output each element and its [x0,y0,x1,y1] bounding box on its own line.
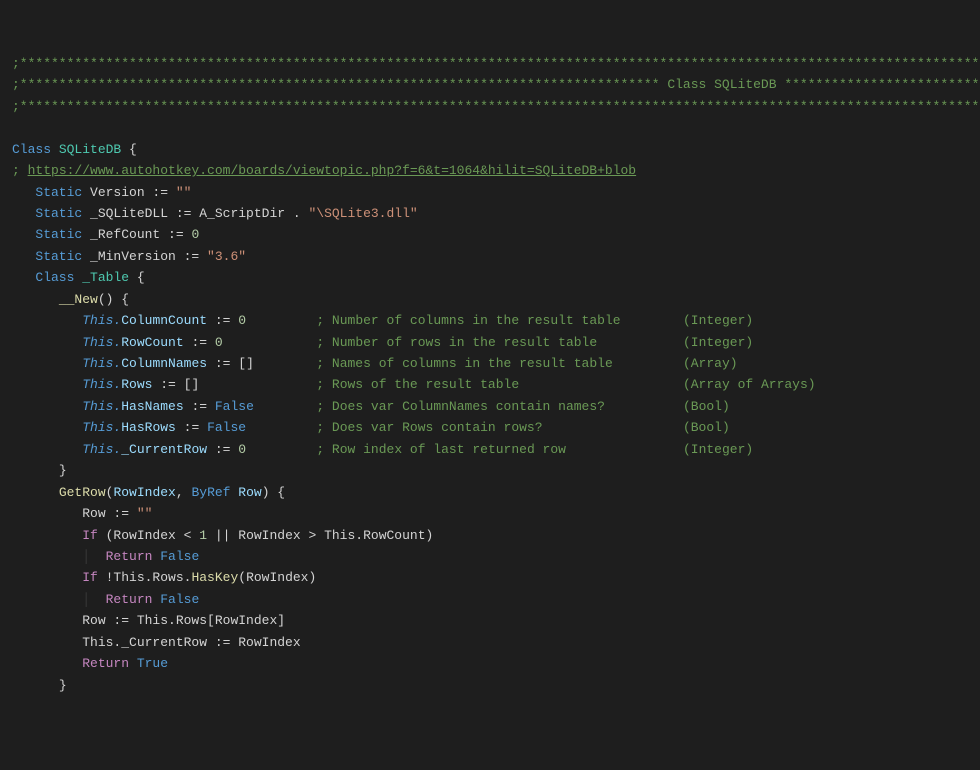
sep-line: ;***************************************… [12,99,980,114]
body-columncount: This.ColumnCount := 0 ; Number of column… [82,313,753,328]
body-hasrows: This.HasRows := False ; Does var Rows co… [82,420,730,435]
subclass-decl: Class _Table { [35,270,144,285]
getrow-method: GetRow(RowIndex, ByRef Row) { [59,485,285,500]
gr-if2: If !This.Rows.HasKey(RowIndex) [82,570,316,585]
close-brace: } [59,463,67,478]
gr-assign-current: This._CurrentRow := RowIndex [82,635,300,650]
close-brace: } [59,678,67,693]
code-block: ;***************************************… [12,53,970,696]
static-version: Static Version := "" [35,185,191,200]
body-hasnames: This.HasNames := False ; Does var Column… [82,399,730,414]
gr-return-false1: Return False [106,549,200,564]
body-columnnames: This.ColumnNames := [] ; Names of column… [82,356,737,371]
body-rows: This.Rows := [] ; Rows of the result tab… [82,377,815,392]
gr-return-false2: Return False [106,592,200,607]
body-rowcount: This.RowCount := 0 ; Number of rows in t… [82,335,753,350]
title-line: ;***************************************… [12,77,979,92]
static-sqlitedll: Static _SQLiteDLL := A_ScriptDir . "\SQL… [35,206,417,221]
sep-line: ;***************************************… [12,56,980,71]
gr-return-true: Return True [82,656,168,671]
link-line: ; https://www.autohotkey.com/boards/view… [12,163,636,178]
body-currentrow: This._CurrentRow := 0 ; Row index of las… [82,442,753,457]
static-refcount: Static _RefCount := 0 [35,227,199,242]
static-minversion: Static _MinVersion := "3.6" [35,249,246,264]
class-decl: Class SQLiteDB { [12,142,137,157]
source-link[interactable]: https://www.autohotkey.com/boards/viewto… [28,163,637,178]
gr-init: Row := "" [82,506,152,521]
new-method: __New() { [59,292,129,307]
gr-assign-row: Row := This.Rows[RowIndex] [82,613,285,628]
gr-if1: If (RowIndex < 1 || RowIndex > This.RowC… [82,528,433,543]
